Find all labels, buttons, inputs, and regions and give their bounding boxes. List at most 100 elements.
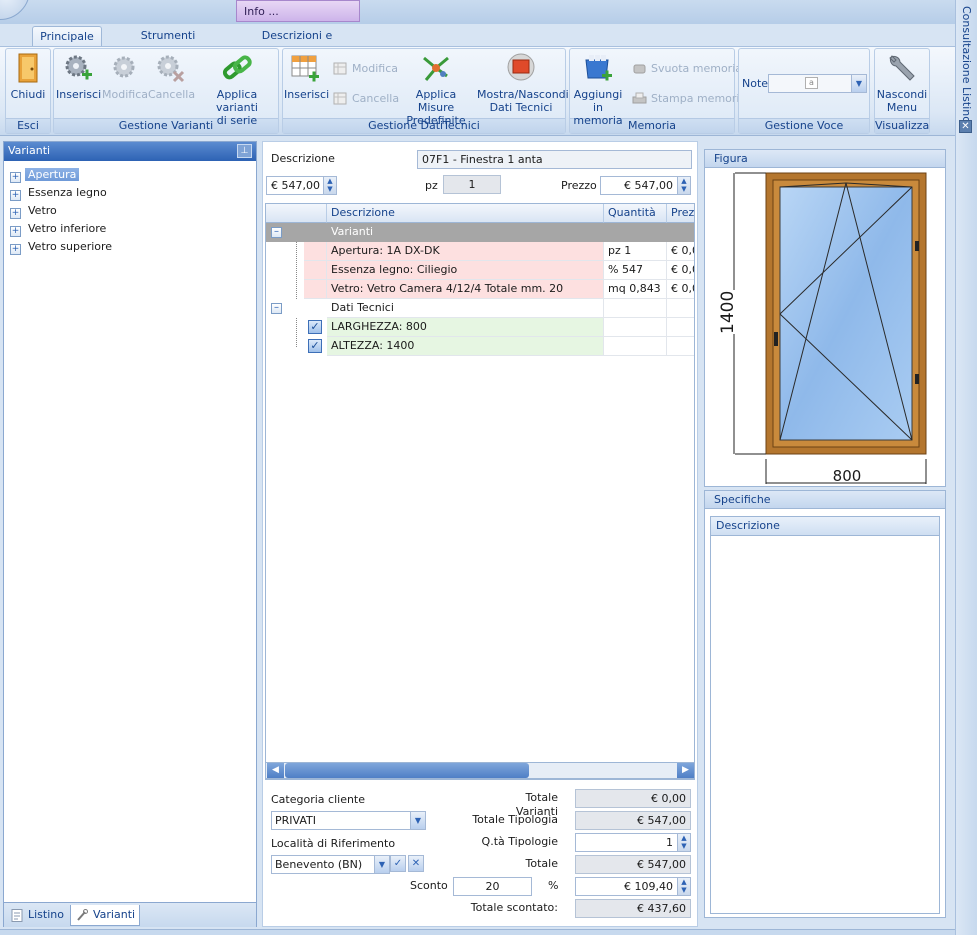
table-row[interactable]: Apertura: 1A DX-DK pz 1 € 0,0	[266, 242, 694, 261]
sconto-field[interactable]: 20	[453, 877, 532, 896]
collapse-icon[interactable]: –	[271, 303, 282, 314]
note-dropdown[interactable]: a ▼	[768, 74, 867, 93]
sconto-amount-stepper[interactable]: € 109,40 ▲ ▼	[575, 877, 691, 896]
table-row[interactable]: Vetro: Vetro Camera 4/12/4 Totale mm. 20…	[266, 280, 694, 299]
expand-icon[interactable]: +	[10, 226, 21, 237]
price-stepper[interactable]: € 547,00 ▲ ▼	[266, 176, 337, 195]
qta-tipologie-label: Q.tà Tipologie	[481, 835, 558, 848]
table-row[interactable]: Essenza legno: Ciliegio % 547 € 0,0	[266, 261, 694, 280]
applica-misure-button[interactable]: Applica Misure Predefinite	[399, 52, 473, 127]
svuota-memoria-button[interactable]: Svuota memoria	[632, 61, 742, 77]
tree-line	[296, 318, 297, 347]
table-edit-icon	[333, 62, 348, 76]
checkbox-checked-icon[interactable]: ✓	[308, 339, 322, 353]
tree-item-vetro-inferiore[interactable]: + Vetro inferiore	[10, 220, 109, 238]
grid-cell-desc: ALTEZZA: 1400	[327, 337, 604, 356]
scrollbar-thumb[interactable]	[285, 763, 529, 778]
clear-icon[interactable]: ✕	[408, 855, 424, 872]
scroll-left-icon[interactable]: ◀	[267, 763, 284, 778]
mostra-nascondi-dati-button[interactable]: Mostra/Nascondi Dati Tecnici	[477, 52, 569, 114]
grid-cell	[667, 318, 694, 337]
table-row[interactable]: ✓ ALTEZZA: 1400	[266, 337, 694, 356]
expand-icon[interactable]: +	[10, 244, 21, 255]
grid-cell-qty: mq 0,843	[604, 280, 667, 299]
tab-varianti-label: Varianti	[93, 908, 136, 921]
localita-select[interactable]: Benevento (BN) ▼	[271, 855, 390, 874]
tree-item-vetro-superiore[interactable]: + Vetro superiore	[10, 238, 115, 256]
grid-cell	[604, 299, 667, 318]
spin-icon[interactable]: ▲ ▼	[323, 177, 336, 194]
applica-varianti-button[interactable]: Applica varianti di serie	[197, 52, 277, 127]
group-esci-caption: Esci	[6, 118, 50, 133]
chevron-down-icon[interactable]: ▼	[410, 812, 425, 829]
inserisci-variante-button[interactable]: Inserisci	[56, 52, 102, 101]
eraser-icon	[632, 62, 647, 76]
close-icon[interactable]: ✕	[959, 120, 972, 133]
expand-icon[interactable]: +	[10, 172, 21, 183]
totale-label: Totale	[525, 857, 558, 870]
confirm-icon[interactable]: ✓	[390, 855, 406, 872]
tab-descrizioni-e-misure[interactable]: Descrizioni e Misure	[242, 26, 352, 62]
modifica-variante-button[interactable]: Modifica	[102, 52, 148, 101]
cancella-variante-button[interactable]: Cancella	[148, 52, 195, 101]
ribbon-header	[0, 0, 955, 24]
modifica-dato-label: Modifica	[352, 62, 398, 75]
grid-header-descrizione[interactable]: Descrizione	[327, 204, 604, 223]
descrizione-field[interactable]: 07F1 - Finestra 1 anta	[417, 150, 692, 169]
gear-delete-icon	[154, 52, 186, 84]
red-screen-icon	[505, 52, 537, 84]
pin-icon[interactable]: ⊥	[237, 144, 252, 158]
tab-varianti[interactable]: Varianti	[70, 905, 140, 926]
tree-item-essenza-legno[interactable]: + Essenza legno	[10, 184, 110, 202]
grid-group-varianti-label: Varianti	[327, 223, 604, 242]
table-row[interactable]: ✓ LARGHEZZA: 800	[266, 318, 694, 337]
spin-icon[interactable]: ▲ ▼	[677, 834, 690, 851]
prezzo-field[interactable]: € 547,00 ▲ ▼	[600, 176, 691, 195]
stampa-memoria-button[interactable]: Stampa memoria	[632, 91, 746, 107]
specifiche-header-descrizione[interactable]: Descrizione	[711, 517, 939, 536]
grid-cell-qty: % 547	[604, 261, 667, 280]
chiudi-button[interactable]: Chiudi	[8, 52, 48, 101]
nascondi-menu-label-2: Menu	[886, 101, 918, 114]
chevron-down-icon[interactable]: ▼	[374, 856, 389, 873]
tree-line	[296, 242, 297, 299]
grid-group-varianti[interactable]: – Varianti	[266, 223, 694, 242]
row-indent	[304, 261, 327, 280]
varianti-panel-header: Varianti ⊥	[4, 142, 256, 161]
tab-listino[interactable]: Listino	[6, 905, 68, 926]
grid-header-prezzo[interactable]: Prezz	[667, 204, 694, 223]
tools-icon	[76, 909, 88, 922]
qta-tipologie-stepper[interactable]: 1 ▲ ▼	[575, 833, 691, 852]
tab-strumenti-immagine[interactable]: Strumenti Immagine	[112, 26, 224, 62]
pz-field[interactable]: 1	[443, 175, 501, 194]
consultazione-listino-tab[interactable]: Consultazione Listino	[959, 6, 973, 126]
grid-group-dati-tecnici[interactable]: – Dati Tecnici	[266, 299, 694, 318]
totale-field: € 547,00	[575, 855, 691, 874]
categoria-cliente-select[interactable]: PRIVATI ▼	[271, 811, 426, 830]
specifiche-list[interactable]: Descrizione	[710, 516, 940, 914]
scroll-right-icon[interactable]: ▶	[677, 763, 694, 778]
expand-icon[interactable]: +	[10, 208, 21, 219]
chevron-down-icon[interactable]: ▼	[851, 75, 866, 92]
aggiungi-memoria-button[interactable]: Aggiungi in memoria	[571, 52, 625, 127]
expand-icon[interactable]: +	[10, 190, 21, 201]
collapse-icon[interactable]: –	[271, 227, 282, 238]
modifica-dato-button[interactable]: Modifica	[333, 61, 398, 77]
cancella-dato-button[interactable]: Cancella	[333, 91, 399, 107]
chiudi-label: Chiudi	[10, 88, 46, 101]
nascondi-menu-button[interactable]: Nascondi Menu	[876, 52, 928, 114]
tree-item-apertura[interactable]: + Apertura	[10, 166, 80, 184]
grid-cell-price: € 0,0	[667, 242, 694, 261]
inserisci-dato-button[interactable]: Inserisci	[284, 52, 329, 101]
tab-principale[interactable]: Principale	[32, 26, 102, 47]
spin-icon[interactable]: ▲ ▼	[677, 878, 690, 895]
tab-info[interactable]: Info ...	[236, 0, 360, 22]
grid-header-quantita[interactable]: Quantità	[604, 204, 667, 223]
tree-item-vetro[interactable]: + Vetro	[10, 202, 60, 220]
percent-label: %	[548, 879, 559, 892]
print-icon	[632, 92, 647, 106]
checkbox-checked-icon[interactable]: ✓	[308, 320, 322, 334]
gear-icon	[108, 52, 140, 84]
inserisci-variante-label: Inserisci	[56, 88, 102, 101]
spin-icon[interactable]: ▲ ▼	[677, 177, 690, 194]
